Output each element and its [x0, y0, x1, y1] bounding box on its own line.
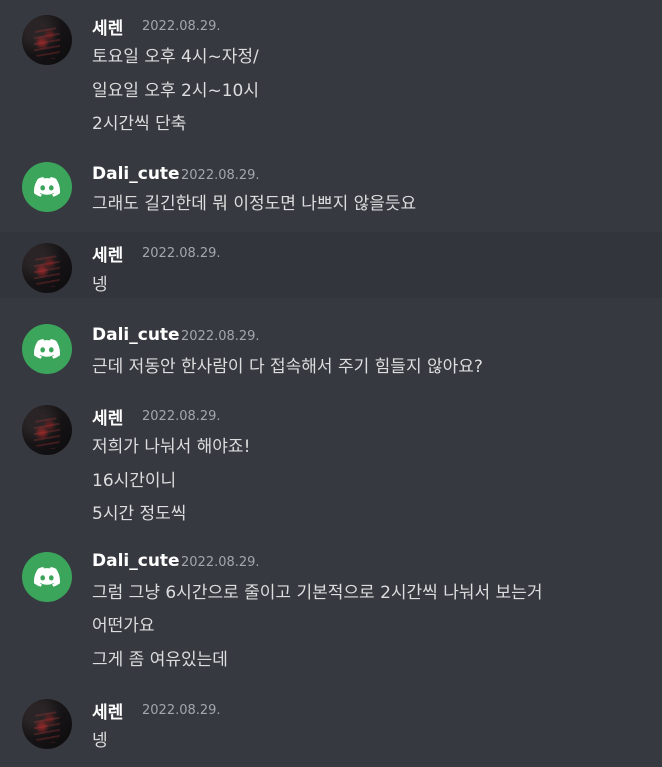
message-group: Dali_cute 2022.08.29. 그래도 길긴한데 뭐 이정도면 나쁘… [0, 150, 662, 230]
chat-message-list: 세렌 2022.08.29. 토요일 오후 4시~자정/ 일요일 오후 2시~1… [0, 0, 662, 767]
message-text: 일요일 오후 2시~10시 [92, 81, 259, 101]
message-text: 그게 좀 여유있는데 [92, 650, 228, 670]
message-group: 세렌 2022.08.29. 저희가 나눠서 해야죠! 16시간이니 5시간 정… [0, 392, 662, 542]
message-text: 그래도 길긴한데 뭐 이정도면 나쁘지 않을듯요 [92, 194, 417, 214]
username[interactable]: 세렌 [92, 14, 123, 39]
message-timestamp: 2022.08.29. [181, 329, 260, 344]
message-group: 세렌 2022.08.29. 토요일 오후 4시~자정/ 일요일 오후 2시~1… [0, 0, 662, 150]
message-group: Dali_cute 2022.08.29. 그럼 그냥 6시간으로 줄이고 기본… [0, 542, 662, 692]
message-text: 넹 [92, 731, 108, 751]
message-timestamp: 2022.08.29. [142, 246, 221, 261]
message-group: 세렌 2022.08.29. 넹 [0, 692, 662, 767]
message-text: 2시간씩 단축 [92, 114, 187, 134]
username[interactable]: Dali_cute [92, 551, 180, 571]
username[interactable]: 세렌 [92, 698, 123, 723]
message-text: 5시간 정도씩 [92, 504, 187, 524]
message-text: 저희가 나눠서 해야죠! [92, 437, 251, 457]
message-text: 16시간이니 [92, 471, 177, 491]
user-avatar[interactable] [22, 324, 72, 374]
user-avatar[interactable] [22, 552, 72, 602]
user-avatar[interactable] [22, 243, 72, 293]
user-avatar[interactable] [22, 699, 72, 749]
message-text: 토요일 오후 4시~자정/ [92, 47, 259, 67]
user-avatar[interactable] [22, 15, 72, 65]
discord-logo-icon [34, 177, 60, 197]
message-text: 어떤가요 [92, 616, 155, 636]
username[interactable]: 세렌 [92, 404, 123, 429]
message-text: 근데 저동안 한사람이 다 접속해서 주기 힘들지 않아요? [92, 357, 483, 377]
message-timestamp: 2022.08.29. [142, 19, 221, 34]
message-text: 넹 [92, 275, 108, 295]
user-avatar[interactable] [22, 405, 72, 455]
message-timestamp: 2022.08.29. [142, 409, 221, 424]
username[interactable]: Dali_cute [92, 164, 180, 184]
message-timestamp: 2022.08.29. [181, 555, 260, 570]
message-timestamp: 2022.08.29. [142, 703, 221, 718]
username[interactable]: 세렌 [92, 241, 123, 266]
user-avatar[interactable] [22, 162, 72, 212]
message-text: 그럼 그냥 6시간으로 줄이고 기본적으로 2시간씩 나눠서 보는거 [92, 583, 543, 603]
message-timestamp: 2022.08.29. [181, 168, 260, 183]
discord-logo-icon [34, 339, 60, 359]
username[interactable]: Dali_cute [92, 325, 180, 345]
message-group: Dali_cute 2022.08.29. 근데 저동안 한사람이 다 접속해서… [0, 312, 662, 392]
discord-logo-icon [34, 567, 60, 587]
message-group: 세렌 2022.08.29. 넹 [0, 232, 662, 298]
